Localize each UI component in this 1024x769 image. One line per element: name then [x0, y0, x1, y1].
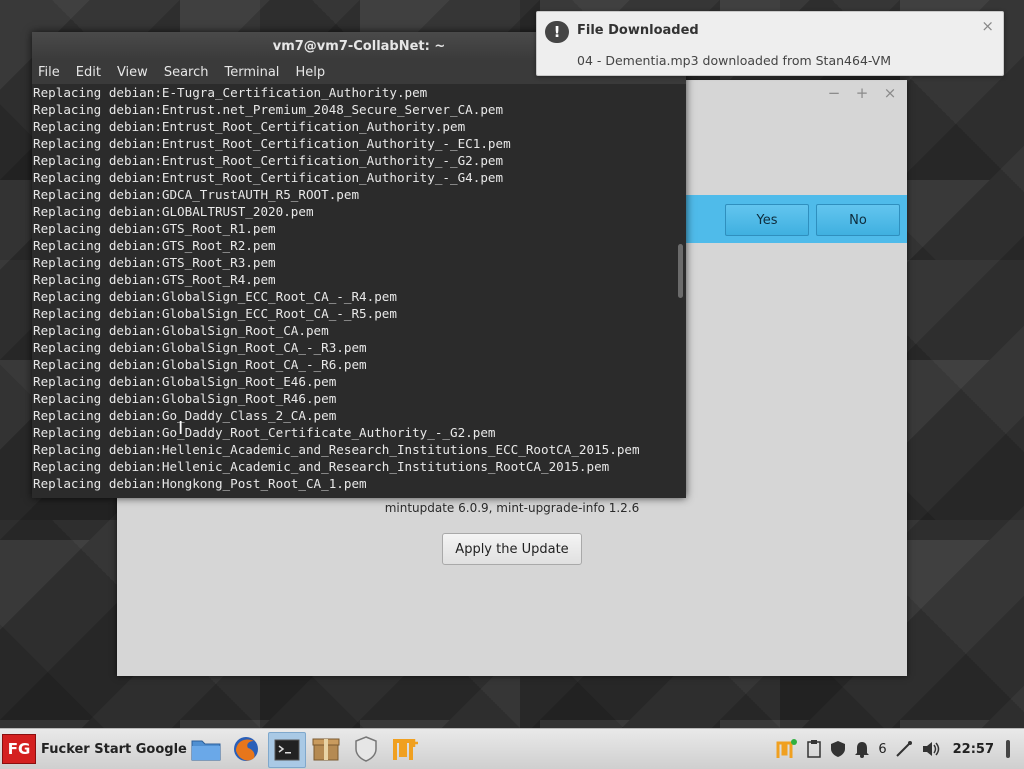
terminal-line: Replacing debian:Hellenic_Academic_and_R…	[33, 442, 640, 457]
terminal-line: Replacing debian:GTS_Root_R3.pem	[33, 255, 276, 270]
menu-terminal[interactable]: Terminal	[224, 65, 279, 80]
terminal-line: Replacing debian:GTS_Root_R4.pem	[33, 272, 276, 287]
terminal-line: Replacing debian:Go_Daddy_Class_2_CA.pem	[33, 408, 337, 423]
terminal-line: Replacing debian:GlobalSign_Root_E46.pem	[33, 374, 337, 389]
terminal-output[interactable]: Replacing debian:E-Tugra_Certification_A…	[32, 84, 673, 496]
version-text: mintupdate 6.0.9, mint-upgrade-info 1.2.…	[384, 501, 640, 515]
terminal-line: Replacing debian:GlobalSign_Root_CA_-_R3…	[33, 340, 367, 355]
mintupdate-tray-icon[interactable]	[776, 738, 798, 760]
clock[interactable]: 22:57	[953, 742, 994, 757]
i-beam-cursor-icon: I	[178, 418, 184, 439]
terminal-line: Replacing debian:GlobalSign_Root_CA_-_R6…	[33, 357, 367, 372]
start-menu-label: Fucker Start Google	[41, 741, 187, 757]
terminal-title: vm7@vm7-CollabNet: ~	[272, 39, 446, 54]
menu-file[interactable]: File	[38, 65, 60, 80]
menu-search[interactable]: Search	[164, 65, 209, 80]
mintupdate-icon	[393, 739, 418, 760]
terminal-window[interactable]: vm7@vm7-CollabNet: ~ File Edit View Sear…	[32, 32, 686, 498]
start-menu-button[interactable]: FG Fucker Start Google	[2, 733, 187, 765]
mintupdate-launcher[interactable]	[388, 732, 424, 766]
apply-update-button[interactable]: Apply the Update	[442, 533, 582, 565]
terminal-line: Replacing debian:Entrust.net_Premium_204…	[33, 102, 504, 117]
terminal-icon	[274, 739, 300, 761]
terminal-line: Replacing debian:GlobalSign_Root_CA.pem	[33, 323, 329, 338]
firefox-icon	[234, 737, 258, 761]
start-logo-icon: FG	[2, 734, 36, 764]
terminal-line: Replacing debian:GlobalSign_ECC_Root_CA_…	[33, 306, 397, 321]
menu-edit[interactable]: Edit	[76, 65, 101, 80]
notification-bell-icon[interactable]	[854, 740, 870, 758]
system-tray: 6 22:57	[776, 729, 1024, 769]
firefox-launcher[interactable]	[228, 732, 264, 766]
shield-icon	[355, 736, 377, 762]
shutdown-icon[interactable]	[1002, 738, 1014, 760]
archive-launcher[interactable]	[308, 732, 344, 766]
terminal-line: Replacing debian:GTS_Root_R1.pem	[33, 221, 276, 236]
notification-title: File Downloaded	[577, 23, 699, 38]
notification-count: 6	[878, 741, 887, 757]
yes-button[interactable]: Yes	[725, 204, 809, 236]
terminal-line: Replacing debian:Entrust_Root_Certificat…	[33, 153, 504, 168]
notification-body: 04 - Dementia.mp3 downloaded from Stan46…	[577, 53, 892, 68]
terminal-line: Replacing debian:Entrust_Root_Certificat…	[33, 119, 466, 134]
terminal-line: Replacing debian:GLOBALTRUST_2020.pem	[33, 204, 314, 219]
window-controls: − + ×	[827, 84, 897, 102]
terminal-line: Replacing debian:Entrust_Root_Certificat…	[33, 136, 511, 151]
terminal-line: Replacing debian:GlobalSign_ECC_Root_CA_…	[33, 289, 397, 304]
archive-icon	[312, 738, 340, 761]
no-button[interactable]: No	[816, 204, 900, 236]
terminal-line: Replacing debian:Hongkong_Post_Root_CA_1…	[33, 476, 367, 491]
terminal-line: Replacing debian:GTS_Root_R2.pem	[33, 238, 276, 253]
folder-icon	[191, 740, 221, 761]
menu-help[interactable]: Help	[295, 65, 325, 80]
shield-launcher[interactable]	[348, 732, 384, 766]
menu-view[interactable]: View	[117, 65, 148, 80]
terminal-line: Replacing debian:Entrust_Root_Certificat…	[33, 170, 504, 185]
network-icon[interactable]	[895, 740, 913, 758]
taskbar: FG Fucker Start Google 6 22:57	[0, 728, 1024, 769]
download-notification[interactable]: ! File Downloaded 04 - Dementia.mp3 down…	[536, 11, 1004, 76]
terminal-line: Replacing debian:GDCA_TrustAUTH_R5_ROOT.…	[33, 187, 360, 202]
terminal-line: Replacing debian:Go_Daddy_Root_Certifica…	[33, 425, 496, 440]
speech-bubble-icon: !	[545, 21, 569, 43]
terminal-line: Replacing debian:Hellenic_Academic_and_R…	[33, 459, 610, 474]
notification-close-button[interactable]: ×	[981, 17, 994, 35]
shield-tray-icon[interactable]	[830, 740, 846, 758]
terminal-scrollbar[interactable]	[678, 244, 683, 298]
folder-launcher[interactable]	[188, 732, 224, 766]
close-button[interactable]: ×	[883, 84, 897, 102]
terminal-line: Replacing debian:E-Tugra_Certification_A…	[33, 85, 428, 100]
terminal-line: Replacing debian:GlobalSign_Root_R46.pem	[33, 391, 337, 406]
volume-icon[interactable]	[921, 740, 941, 758]
maximize-button[interactable]: +	[855, 84, 869, 102]
clipboard-icon[interactable]	[806, 740, 822, 758]
minimize-button[interactable]: −	[827, 84, 841, 102]
terminal-launcher[interactable]	[268, 732, 306, 768]
